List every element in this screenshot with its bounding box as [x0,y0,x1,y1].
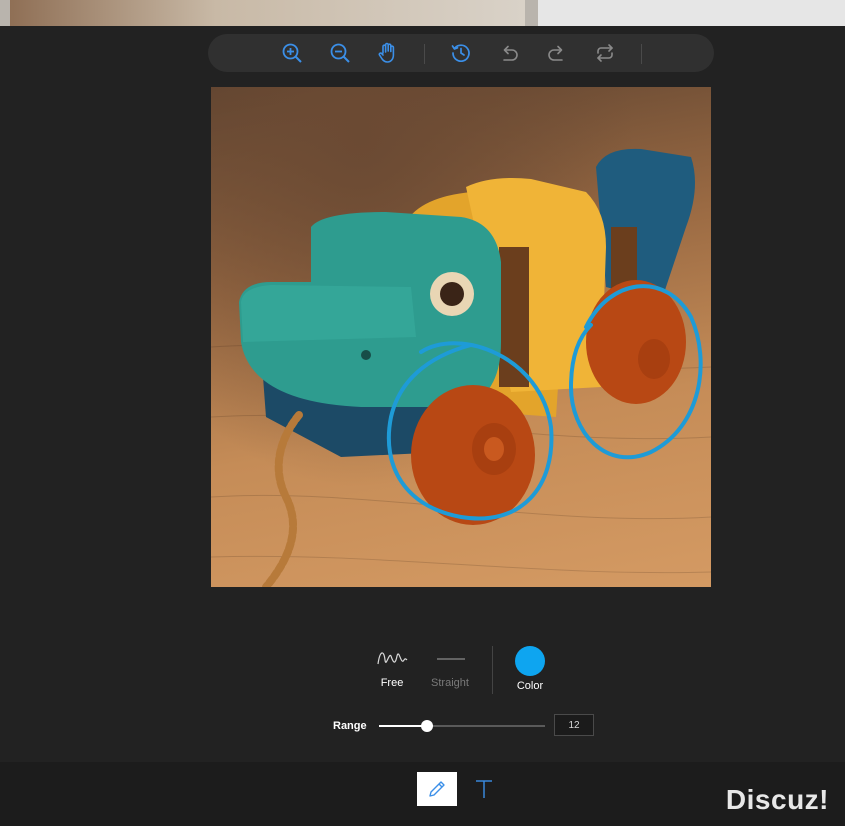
image-editor [0,26,845,762]
redo-button[interactable] [544,40,570,66]
history-icon [451,44,470,62]
zoom-in-icon [282,43,302,63]
hand-pan-icon [378,42,395,63]
free-tool-label: Free [380,677,404,689]
toy-photo [211,148,711,587]
color-picker[interactable]: Color [512,646,548,692]
undo-button[interactable] [496,40,522,66]
straight-line-icon [437,658,465,660]
image-canvas[interactable] [211,87,711,587]
toolbar-divider [641,44,642,64]
range-slider-fill [379,725,428,727]
tools-divider [492,646,493,694]
pan-button[interactable] [375,40,401,66]
pencil-icon [429,781,445,797]
text-mode-button[interactable] [464,772,504,806]
zoom-out-button[interactable] [327,40,353,66]
free-wave-icon [377,652,408,665]
color-label: Color [516,680,544,692]
bottom-mode-bar: Discuz! [0,762,845,826]
background-page [0,0,845,26]
background-panel [538,0,845,26]
discuz-watermark: Discuz! [725,784,829,815]
straight-tool-label: Straight [431,677,469,689]
toolbar-divider [424,44,425,64]
history-button[interactable] [448,40,474,66]
range-label: Range [333,720,367,732]
color-swatch[interactable] [515,646,545,676]
free-draw-tool[interactable]: Free [374,648,410,689]
undo-icon [503,45,518,61]
reset-icon [597,44,613,62]
text-tool-icon [476,780,492,798]
redo-icon [548,45,563,61]
range-slider[interactable] [379,720,545,732]
top-toolbar [208,34,714,72]
background-photo [10,0,525,26]
draw-mode-button[interactable] [417,772,457,806]
zoom-out-icon [330,43,350,63]
straight-line-tool[interactable]: Straight [426,648,474,689]
range-value-field[interactable]: 12 [554,714,594,736]
reset-button[interactable] [592,40,618,66]
zoom-in-button[interactable] [279,40,305,66]
